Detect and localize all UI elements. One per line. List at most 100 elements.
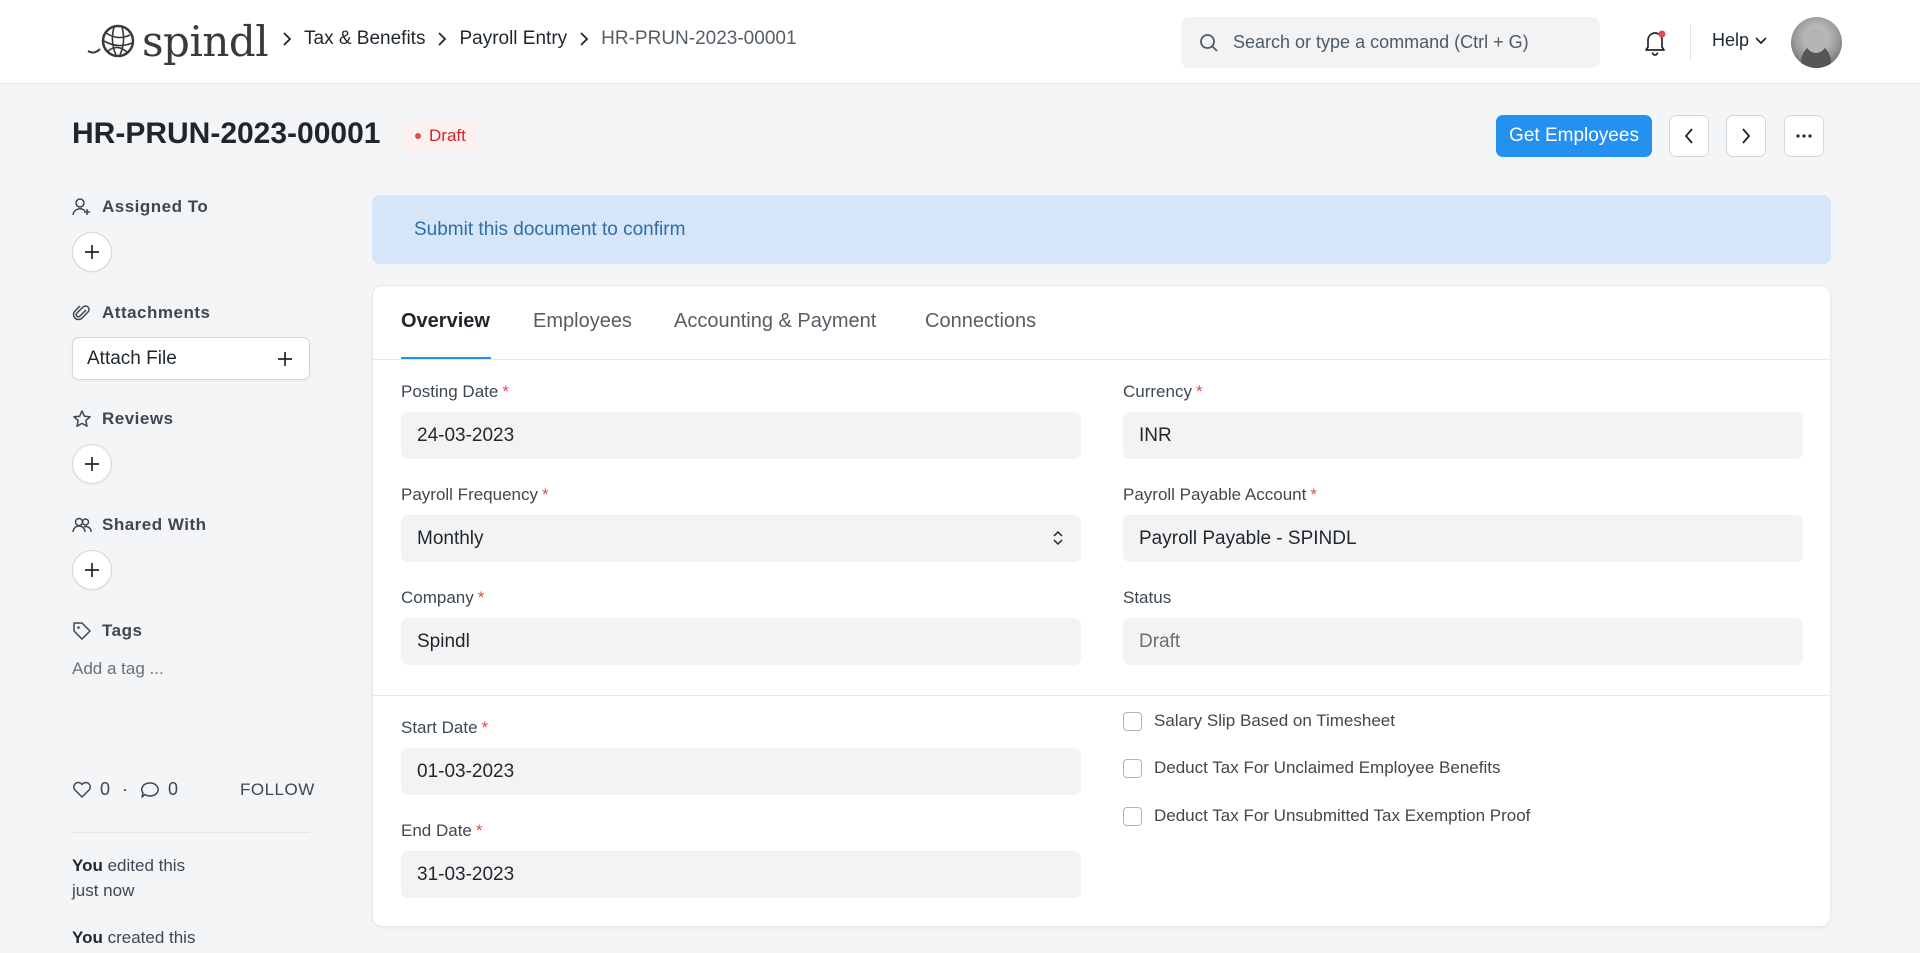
chevron-left-icon <box>1684 128 1693 144</box>
next-document-button[interactable] <box>1726 115 1766 157</box>
chevron-right-icon <box>1742 128 1751 144</box>
more-horizontal-icon <box>1796 134 1812 138</box>
banner-text: Submit this document to confirm <box>414 218 686 240</box>
company-field[interactable]: Spindl <box>401 618 1081 665</box>
currency-value: INR <box>1139 424 1172 446</box>
currency-field[interactable]: INR <box>1123 412 1803 459</box>
comment-icon[interactable] <box>140 781 160 799</box>
checkbox-box[interactable] <box>1123 806 1142 826</box>
payroll-payable-account-value: Payroll Payable - SPINDL <box>1139 527 1357 549</box>
payroll-payable-account-label: Payroll Payable Account * <box>1123 485 1317 504</box>
payroll-payable-account-field[interactable]: Payroll Payable - SPINDL <box>1123 515 1803 562</box>
assigned-to-text: Assigned To <box>102 197 209 216</box>
payroll-frequency-value: Monthly <box>417 527 484 549</box>
breadcrumb-payroll-entry[interactable]: Payroll Entry <box>459 28 567 50</box>
deduct-tax-unsubmitted-proof-checkbox[interactable]: Deduct Tax For Unsubmitted Tax Exemption… <box>1123 806 1530 826</box>
active-tab-indicator <box>401 357 491 359</box>
attach-file-button[interactable]: Attach File <box>72 337 310 380</box>
posting-date-field[interactable]: 24-03-2023 <box>401 412 1081 459</box>
search-placeholder: Search or type a command (Ctrl + G) <box>1233 32 1529 52</box>
reviews-label: Reviews <box>72 409 174 429</box>
end-date-field[interactable]: 31-03-2023 <box>401 851 1081 898</box>
status-dot <box>415 133 421 139</box>
add-review-button[interactable] <box>72 444 112 484</box>
comment-count: 0 <box>168 779 179 799</box>
end-date-label-text: End Date <box>401 821 472 840</box>
status-badge: Draft <box>403 121 478 151</box>
posting-date-label-text: Posting Date <box>401 382 499 401</box>
user-add-icon <box>72 198 90 216</box>
avatar[interactable] <box>1791 17 1842 68</box>
status-label: Status <box>1123 588 1171 608</box>
notification-bell-icon[interactable] <box>1642 28 1668 61</box>
previous-document-button[interactable] <box>1669 115 1709 157</box>
checkbox-label: Salary Slip Based on Timesheet <box>1154 711 1395 730</box>
heart-icon[interactable] <box>72 781 92 799</box>
company-value: Spindl <box>417 630 470 652</box>
nav-divider <box>1690 24 1691 60</box>
attachments-label: Attachments <box>72 303 210 323</box>
form-tabs: Overview Employees Accounting & Payment … <box>373 286 1830 360</box>
like-count: 0 <box>100 779 111 799</box>
tab-connections[interactable]: Connections <box>925 310 1036 333</box>
follow-button[interactable]: FOLLOW <box>240 780 315 800</box>
search-input[interactable]: Search or type a command (Ctrl + G) <box>1181 17 1600 68</box>
status-label-text: Status <box>1123 588 1172 607</box>
star-icon <box>73 410 91 427</box>
separator-dot: · <box>122 779 129 799</box>
help-dropdown[interactable]: Help <box>1712 30 1767 51</box>
status-badge-text: Draft <box>429 126 466 145</box>
plus-icon <box>85 245 99 259</box>
more-actions-button[interactable] <box>1784 115 1824 157</box>
activity-item: You edited this just now <box>72 853 185 903</box>
payroll-payable-account-label-text: Payroll Payable Account <box>1123 485 1307 504</box>
tags-text: Tags <box>102 621 143 640</box>
payroll-frequency-label-text: Payroll Frequency <box>401 485 539 504</box>
top-navbar: spindl Tax & Benefits Payroll Entry HR-P… <box>0 0 1920 84</box>
deduct-tax-unclaimed-benefits-checkbox[interactable]: Deduct Tax For Unclaimed Employee Benefi… <box>1123 758 1500 778</box>
tab-accounting-payment[interactable]: Accounting & Payment <box>674 310 876 333</box>
breadcrumb-tax-benefits[interactable]: Tax & Benefits <box>304 28 425 50</box>
add-assignee-button[interactable] <box>72 232 112 272</box>
activity-user: You <box>72 928 103 947</box>
reviews-text: Reviews <box>102 409 174 428</box>
checkbox-box[interactable] <box>1123 711 1142 731</box>
add-tag-link[interactable]: Add a tag ... <box>72 659 164 679</box>
end-date-value: 31-03-2023 <box>417 863 515 885</box>
status-value: Draft <box>1139 630 1181 652</box>
posting-date-label: Posting Date * <box>401 382 509 401</box>
checkbox-box[interactable] <box>1123 758 1142 778</box>
start-date-label-text: Start Date <box>401 718 478 737</box>
get-employees-button[interactable]: Get Employees <box>1496 115 1652 157</box>
tab-overview[interactable]: Overview <box>401 310 490 333</box>
activity-user: You <box>72 856 103 875</box>
plus-icon <box>85 563 99 577</box>
search-icon <box>1200 33 1218 52</box>
chevron-right-icon <box>270 32 304 46</box>
start-date-field[interactable]: 01-03-2023 <box>401 748 1081 795</box>
shared-with-text: Shared With <box>102 515 207 534</box>
plus-icon <box>85 457 99 471</box>
payroll-frequency-select[interactable]: Monthly <box>401 515 1081 562</box>
salary-slip-timesheet-checkbox[interactable]: Salary Slip Based on Timesheet <box>1123 711 1395 731</box>
end-date-label: End Date * <box>401 821 483 840</box>
add-share-button[interactable] <box>72 550 112 590</box>
app-logo[interactable]: spindl <box>86 16 269 66</box>
activity-time: just now <box>72 881 135 900</box>
plus-icon <box>278 351 292 366</box>
users-icon <box>72 517 92 533</box>
chevron-right-icon <box>425 32 459 46</box>
attach-file-label: Attach File <box>87 347 177 369</box>
currency-label-text: Currency <box>1123 382 1192 401</box>
likes-comments: 0 · 0 <box>72 779 178 800</box>
tags-label: Tags <box>72 621 142 641</box>
tag-icon <box>73 622 91 640</box>
logo-text: spindl <box>142 16 269 66</box>
tab-employees[interactable]: Employees <box>533 310 632 333</box>
submit-banner: Submit this document to confirm <box>372 195 1831 264</box>
chevron-down-icon <box>1755 36 1767 44</box>
currency-label: Currency * <box>1123 382 1203 401</box>
attachments-text: Attachments <box>102 303 211 322</box>
checkbox-label: Deduct Tax For Unclaimed Employee Benefi… <box>1154 758 1501 777</box>
checkbox-label: Deduct Tax For Unsubmitted Tax Exemption… <box>1154 806 1531 825</box>
